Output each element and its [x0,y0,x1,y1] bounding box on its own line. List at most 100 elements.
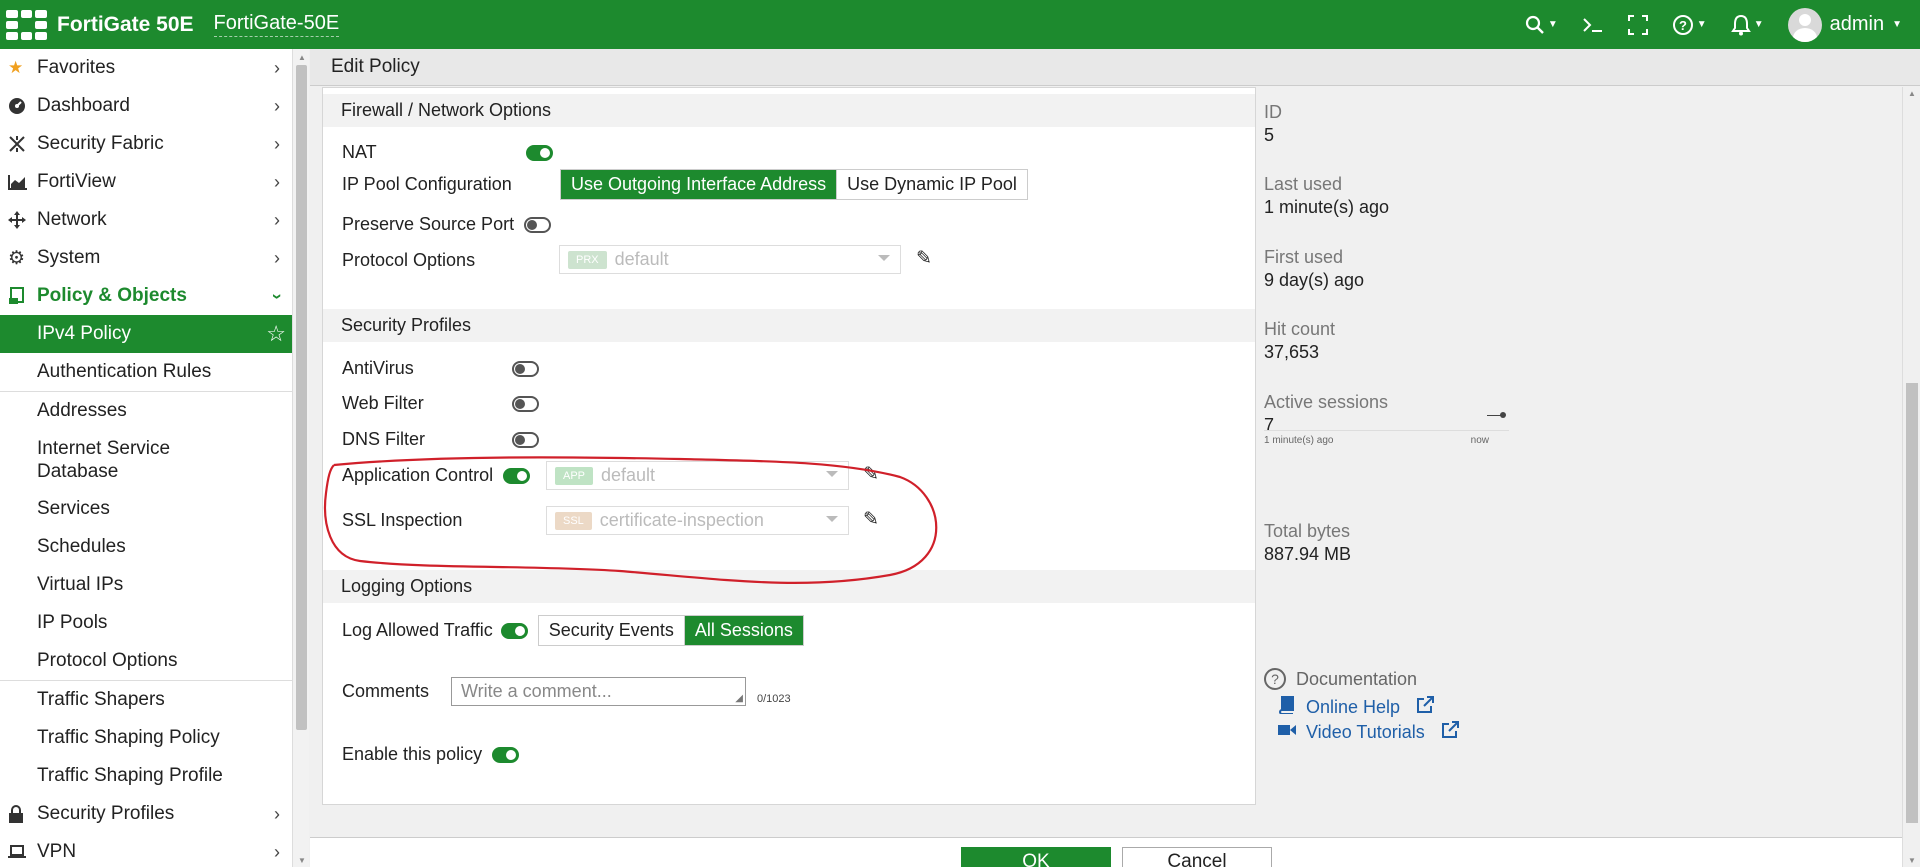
sidebar-item-authentication-rules[interactable]: Authentication Rules [0,353,292,391]
sidebar-item-system[interactable]: ⚙ System › [0,239,292,277]
preserve-source-port-row: Preserve Source Port [342,214,552,235]
chevron-down-icon: › [267,293,288,299]
sidebar-item-traffic-shaping-profile[interactable]: Traffic Shaping Profile [0,757,292,795]
bell-icon[interactable]: ▼ [1730,14,1764,36]
ssl-tag: SSL [555,511,592,530]
edit-application-control-icon[interactable]: ✎ [863,463,879,486]
sidebar-scroll-thumb[interactable] [296,65,307,730]
antivirus-toggle[interactable] [512,361,539,377]
log-level-selector: Security Events All Sessions [537,615,804,646]
sidebar-item-virtual-ips[interactable]: Virtual IPs [0,566,292,604]
favorite-star-icon[interactable]: ☆ [266,321,286,347]
ok-button[interactable]: OK [961,847,1111,867]
all-sessions-button[interactable]: All Sessions [684,616,803,645]
info-value: 5 [1264,125,1275,145]
sidebar-item-label: Dashboard [37,95,130,116]
dns-filter-row: DNS Filter [342,429,539,450]
sidebar-item-protocol-options[interactable]: Protocol Options [0,642,292,680]
help-icon[interactable]: ? ▼ [1672,14,1707,36]
comments-placeholder: Write a comment... [461,681,612,701]
cancel-button[interactable]: Cancel [1122,847,1272,867]
chevron-right-icon: › [274,95,280,116]
sidebar-item-label: Policy & Objects [37,285,187,306]
enable-policy-toggle[interactable] [492,746,520,763]
web-filter-label: Web Filter [342,393,424,413]
product-name: FortiGate 50E [57,12,194,36]
network-icon [8,211,32,229]
chart-icon [8,174,32,190]
ssl-inspection-row: SSL Inspection [342,510,462,531]
web-filter-toggle[interactable] [512,396,539,412]
scroll-down-icon[interactable]: ▼ [1908,856,1916,865]
lock-icon [8,805,32,823]
sparkline-axis [1264,430,1509,431]
fullscreen-icon[interactable] [1627,14,1648,35]
sidebar-item-services[interactable]: Services [0,490,292,528]
sidebar-item-dashboard[interactable]: Dashboard › [0,87,292,125]
policy-id: ID 5 [1264,102,1282,146]
laptop-icon [8,844,32,860]
last-used: Last used 1 minute(s) ago [1264,174,1389,218]
application-control-row: Application Control [342,465,531,486]
edit-protocol-options-icon[interactable]: ✎ [916,247,932,270]
sidebar-item-label: Favorites [37,57,116,78]
info-label: Last used [1264,174,1343,194]
application-control-toggle[interactable] [503,467,531,484]
scroll-up-icon[interactable]: ▲ [1908,89,1916,98]
protocol-options-select[interactable]: PRX default [559,245,901,274]
sidebar-item-schedules[interactable]: Schedules [0,528,292,566]
sidebar-item-favorites[interactable]: ★ Favorites › [0,49,292,87]
sidebar-item-addresses[interactable]: Addresses [0,392,292,430]
sparkline-start-label: 1 minute(s) ago [1264,435,1334,446]
application-control-select[interactable]: APP default [546,461,849,490]
security-events-button[interactable]: Security Events [539,616,685,645]
search-icon[interactable]: ▼ [1525,15,1558,35]
nat-toggle[interactable] [526,145,553,161]
sidebar-item-label: Traffic Shapers [37,689,165,710]
use-dynamic-ip-pool-button[interactable]: Use Dynamic IP Pool [837,170,1027,199]
sidebar-item-vpn[interactable]: VPN › [0,833,292,867]
scroll-down-icon[interactable]: ▼ [298,856,306,865]
log-allowed-traffic-row: Log Allowed Traffic Security Events All … [342,615,804,646]
ip-pool-selector: Use Outgoing Interface Address Use Dynam… [560,169,1028,200]
cli-console-icon[interactable] [1582,16,1604,34]
comments-textarea[interactable]: Write a comment... ◢ [451,677,746,706]
chevron-right-icon: › [274,133,280,154]
main-scrollbar[interactable]: ▲ ▼ [1902,87,1920,867]
sidebar-item-policy-objects[interactable]: Policy & Objects › [0,277,292,315]
video-tutorials-link[interactable]: Video Tutorials [1278,721,1459,744]
use-outgoing-interface-button[interactable]: Use Outgoing Interface Address [561,170,838,199]
sidebar-item-security-fabric[interactable]: Security Fabric › [0,125,292,163]
sidebar-item-internet-service-database[interactable]: Internet Service Database [0,430,292,490]
fortinet-logo[interactable]: FortiGate 50E [6,9,194,40]
form-footer: OK Cancel [310,837,1902,867]
sidebar-item-ip-pools[interactable]: IP Pools [0,604,292,642]
sidebar-item-label: Security Profiles [37,803,175,824]
hostname-link[interactable]: FortiGate-50E [213,12,340,37]
main-scroll-thumb[interactable] [1906,383,1918,823]
sidebar-item-security-profiles[interactable]: Security Profiles › [0,795,292,833]
user-menu[interactable]: admin ▼ [1787,7,1902,42]
dns-filter-toggle[interactable] [512,432,539,448]
sidebar-item-traffic-shapers[interactable]: Traffic Shapers [0,681,292,719]
sidebar-item-network[interactable]: Network › [0,201,292,239]
protocol-tag: PRX [568,250,607,269]
resize-grip-icon[interactable]: ◢ [735,693,743,704]
preserve-source-port-toggle[interactable] [524,216,552,233]
info-label: Hit count [1264,319,1336,339]
sidebar-item-traffic-shaping-policy[interactable]: Traffic Shaping Policy [0,719,292,757]
sidebar-item-fortiview[interactable]: FortiView › [0,163,292,201]
application-control-value: default [601,465,656,485]
ssl-inspection-select[interactable]: SSL certificate-inspection [546,506,849,535]
sidebar: ★ Favorites › Dashboard › Security Fabri… [0,49,292,867]
sidebar-scrollbar[interactable]: ▲ ▼ [292,49,309,867]
chevron-right-icon: › [274,171,280,192]
first-used: First used 9 day(s) ago [1264,247,1364,291]
online-help-link[interactable]: Online Help [1278,696,1459,719]
sidebar-item-ipv4-policy[interactable]: IPv4 Policy ☆ [0,315,292,353]
edit-ssl-inspection-icon[interactable]: ✎ [863,508,879,531]
scroll-up-icon[interactable]: ▲ [298,53,306,62]
sidebar-item-label: Security Fabric [37,133,164,154]
log-allowed-traffic-toggle[interactable] [500,622,528,639]
protocol-options-label: Protocol Options [342,250,476,270]
